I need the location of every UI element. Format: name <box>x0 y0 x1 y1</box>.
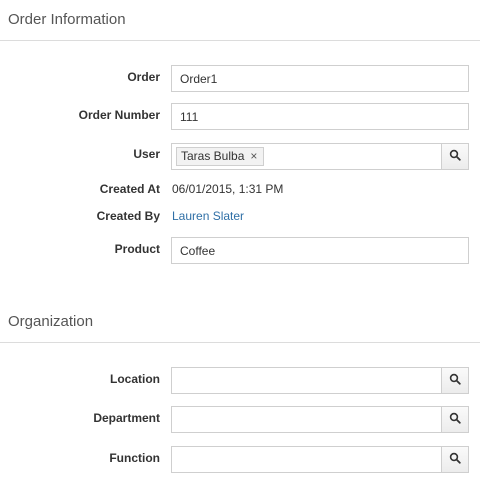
order-number-label: Order Number <box>78 108 160 122</box>
location-field[interactable] <box>171 367 442 394</box>
department-label: Department <box>93 411 160 425</box>
search-icon <box>449 412 461 427</box>
created-at-value: 06/01/2015, 1:31 PM <box>172 182 284 196</box>
user-lookup-button[interactable] <box>441 143 469 170</box>
section-title-order-information: Order Information <box>8 11 126 28</box>
order-field[interactable] <box>171 65 469 92</box>
product-field[interactable] <box>171 237 469 264</box>
user-label: User <box>133 147 160 161</box>
location-lookup-button[interactable] <box>441 367 469 394</box>
search-icon <box>449 452 461 467</box>
created-at-label: Created At <box>99 182 160 196</box>
created-by-link[interactable]: Lauren Slater <box>172 209 244 223</box>
function-lookup-button[interactable] <box>441 446 469 473</box>
created-by-label: Created By <box>96 209 160 223</box>
search-icon <box>449 149 461 164</box>
order-number-field[interactable] <box>171 103 469 130</box>
search-icon <box>449 373 461 388</box>
close-icon[interactable]: × <box>248 148 259 165</box>
department-lookup-button[interactable] <box>441 406 469 433</box>
user-tag-label: Taras Bulba <box>181 149 245 163</box>
user-tag: Taras Bulba × <box>176 147 265 166</box>
section-title-organization: Organization <box>8 313 94 330</box>
section-divider <box>0 342 480 343</box>
department-field[interactable] <box>171 406 442 433</box>
function-field[interactable] <box>171 446 442 473</box>
product-label: Product <box>114 242 160 256</box>
location-label: Location <box>110 372 160 386</box>
function-label: Function <box>109 451 160 465</box>
order-label: Order <box>127 70 160 84</box>
section-divider <box>0 40 480 41</box>
user-field[interactable]: Taras Bulba × <box>171 143 442 170</box>
